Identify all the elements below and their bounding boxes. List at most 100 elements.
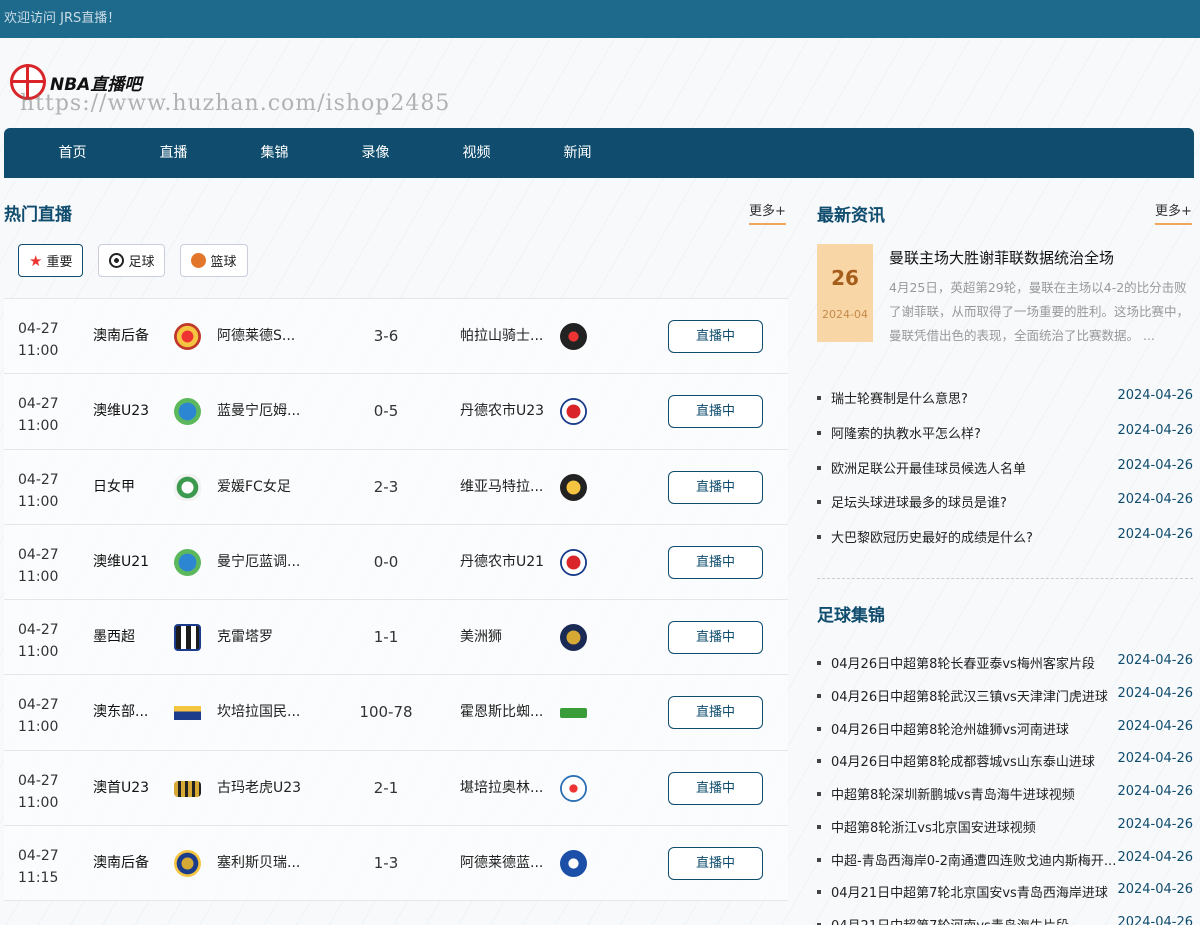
match-row: 04-27 11:00 澳东部... 坎培拉国民... 100-78 霍恩斯比蜘.… bbox=[4, 675, 788, 751]
away-team: 美洲狮 bbox=[460, 629, 502, 646]
highlight-item[interactable]: 04月26日中超第8轮沧州雄狮vs河南进球 2024-04-26 bbox=[817, 719, 1195, 739]
live-button[interactable]: 直播中 bbox=[668, 696, 763, 730]
featured-news-title[interactable]: 曼联主场大胜谢菲联数据统治全场 bbox=[889, 247, 1114, 268]
highlight-item[interactable]: 中超-青岛西海岸0-2南通遭四连败戈迪内斯梅开... 2024-04-26 bbox=[817, 850, 1195, 870]
live-button[interactable]: 直播中 bbox=[668, 470, 763, 504]
match-league: 日女甲 bbox=[93, 478, 135, 495]
away-team-logo bbox=[560, 850, 587, 878]
star-icon: ★ bbox=[29, 251, 43, 270]
match-datetime: 04-27 11:00 bbox=[18, 471, 59, 510]
match-row: 04-27 11:00 澳首U23 古玛老虎U23 2-1 堪培拉奥林... 直播… bbox=[4, 750, 788, 827]
main-nav: 首页 直播 集锦 录像 视频 新闻 bbox=[4, 128, 1194, 178]
match-league: 澳东部... bbox=[93, 704, 149, 721]
live-button[interactable]: 直播中 bbox=[668, 847, 763, 881]
nav-video[interactable]: 视频 bbox=[426, 128, 527, 178]
filter-label: 重要 bbox=[46, 255, 73, 270]
highlight-item[interactable]: 04月21日中超第7轮北京国安vs青岛西海岸进球 2024-04-26 bbox=[817, 882, 1195, 902]
home-team-logo bbox=[174, 398, 201, 426]
away-team: 维亚马特拉... bbox=[460, 478, 544, 495]
soccer-ball-icon bbox=[109, 253, 125, 268]
away-team: 丹德农市U23 bbox=[460, 403, 545, 420]
home-team: 塞利斯贝瑞... bbox=[217, 855, 301, 872]
home-team: 古玛老虎U23 bbox=[217, 779, 302, 796]
match-league: 澳南后备 bbox=[93, 855, 149, 872]
match-row: 04-27 11:00 澳维U23 蓝曼宁厄姆... 0-5 丹德农市U23 直播… bbox=[4, 374, 788, 450]
news-item[interactable]: 阿隆索的执教水平怎么样? 2024-04-26 bbox=[817, 423, 1195, 443]
match-row: 04-27 11:00 墨西超 克雷塔罗 1-1 美洲狮 直播中 bbox=[4, 600, 788, 676]
live-button[interactable]: 直播中 bbox=[668, 395, 763, 429]
news-item[interactable]: 瑞士轮赛制是什么意思? 2024-04-26 bbox=[817, 388, 1195, 408]
highlight-item[interactable]: 04月26日中超第8轮成都蓉城vs山东泰山进球 2024-04-26 bbox=[817, 751, 1195, 771]
home-team: 坎培拉国民... bbox=[217, 704, 301, 721]
home-team-logo bbox=[174, 323, 201, 350]
home-team: 爱媛FC女足 bbox=[217, 478, 291, 495]
filter-important[interactable]: ★ 重要 bbox=[18, 244, 84, 277]
home-team-logo bbox=[174, 548, 201, 576]
match-datetime: 04-27 11:00 bbox=[18, 697, 59, 736]
match-league: 澳维U21 bbox=[93, 553, 150, 570]
match-score: 2-3 bbox=[373, 477, 399, 496]
highlight-item[interactable]: 04月26日中超第8轮武汉三镇vs天津津门虎进球 2024-04-26 bbox=[817, 686, 1195, 706]
match-league: 墨西超 bbox=[93, 629, 135, 646]
news-item[interactable]: 大巴黎欧冠历史最好的成绩是什么? 2024-04-26 bbox=[817, 527, 1195, 547]
nav-news[interactable]: 新闻 bbox=[527, 128, 628, 178]
away-team-logo bbox=[560, 398, 587, 426]
featured-news-desc: 4月25日，英超第29轮，曼联在主场以4-2的比分击败了谢菲联，从而取得了一场重… bbox=[889, 280, 1190, 343]
highlight-item[interactable]: 中超第8轮浙江vs北京国安进球视频 2024-04-26 bbox=[817, 817, 1195, 837]
match-datetime: 04-27 11:00 bbox=[18, 546, 59, 585]
news-more-link[interactable]: 更多+ bbox=[1155, 200, 1192, 225]
nav-live[interactable]: 直播 bbox=[123, 128, 224, 178]
match-league: 澳南后备 bbox=[93, 328, 149, 344]
match-score: 0-5 bbox=[373, 402, 399, 421]
match-score: 1-3 bbox=[373, 854, 399, 873]
news-item[interactable]: 欧洲足联公开最佳球员候选人名单 2024-04-26 bbox=[817, 458, 1195, 478]
live-button[interactable]: 直播中 bbox=[668, 320, 763, 353]
away-team: 堪培拉奥林... bbox=[460, 779, 544, 796]
nav-highlights[interactable]: 集锦 bbox=[224, 128, 325, 178]
away-team-logo bbox=[560, 473, 587, 501]
live-button[interactable]: 直播中 bbox=[668, 545, 763, 579]
match-row: 04-27 11:00 日女甲 爱媛FC女足 2-3 维亚马特拉... 直播中 bbox=[4, 449, 788, 525]
live-button[interactable]: 直播中 bbox=[668, 621, 763, 655]
sport-filters: ★ 重要 足球 篮球 bbox=[18, 244, 263, 277]
home-team: 蓝曼宁厄姆... bbox=[217, 403, 301, 420]
filter-basketball[interactable]: 篮球 bbox=[180, 244, 248, 277]
basketball-icon bbox=[191, 253, 207, 268]
news-item[interactable]: 足坛头球进球最多的球员是谁? 2024-04-26 bbox=[817, 492, 1195, 512]
news-title: 最新资讯 bbox=[817, 206, 885, 226]
match-list: 04-27 11:00 澳南后备 阿德莱德S... 3-6 帕拉山骑士... 直播… bbox=[4, 298, 788, 902]
featured-news[interactable]: 26 2024-04 曼联主场大胜谢菲联数据统治全场 4月25日，英超第29轮，… bbox=[817, 244, 1195, 343]
home-team: 克雷塔罗 bbox=[217, 629, 273, 646]
highlight-item[interactable]: 04月26日中超第8轮长春亚泰vs梅州客家片段 2024-04-26 bbox=[817, 653, 1195, 673]
filter-label: 足球 bbox=[128, 255, 155, 270]
home-team-logo bbox=[174, 780, 201, 797]
highlight-item[interactable]: 04月21日中超第7轮河南vs青岛海牛片段2024-04-26 bbox=[817, 915, 1195, 925]
home-team-logo bbox=[174, 706, 201, 721]
away-team: 帕拉山骑士... bbox=[460, 328, 544, 344]
nav-replay[interactable]: 录像 bbox=[325, 128, 426, 178]
match-league: 澳首U23 bbox=[93, 779, 150, 796]
nav-home[interactable]: 首页 bbox=[22, 128, 123, 178]
match-score: 100-78 bbox=[359, 703, 413, 722]
away-team-logo bbox=[560, 774, 587, 802]
away-team-logo bbox=[560, 708, 587, 719]
watermark: https://www.huzhan.com/ishop2485 bbox=[20, 91, 451, 116]
match-score: 1-1 bbox=[373, 628, 399, 647]
away-team-logo bbox=[560, 323, 587, 350]
away-team-logo bbox=[560, 548, 587, 576]
away-team-logo bbox=[560, 624, 587, 652]
home-team: 曼宁厄蓝调... bbox=[217, 553, 301, 570]
away-team: 丹德农市U21 bbox=[460, 553, 545, 570]
highlights-title: 足球集锦 bbox=[817, 606, 885, 626]
welcome-bar: 欢迎访问 JRS直播！ bbox=[0, 0, 1200, 38]
highlight-item[interactable]: 中超第8轮深圳新鹏城vs青岛海牛进球视频 2024-04-26 bbox=[817, 784, 1195, 804]
match-datetime: 04-27 11:00 bbox=[18, 321, 59, 359]
match-datetime: 04-27 11:00 bbox=[18, 622, 59, 661]
match-row: 04-27 11:00 澳维U21 曼宁厄蓝调... 0-0 丹德农市U21 直播… bbox=[4, 524, 788, 601]
live-button[interactable]: 直播中 bbox=[668, 771, 763, 805]
hot-live-title: 热门直播 bbox=[4, 205, 72, 225]
home-team-logo bbox=[174, 473, 201, 501]
match-score: 0-0 bbox=[373, 552, 399, 571]
filter-football[interactable]: 足球 bbox=[98, 244, 166, 277]
hot-live-more-link[interactable]: 更多+ bbox=[749, 200, 786, 225]
